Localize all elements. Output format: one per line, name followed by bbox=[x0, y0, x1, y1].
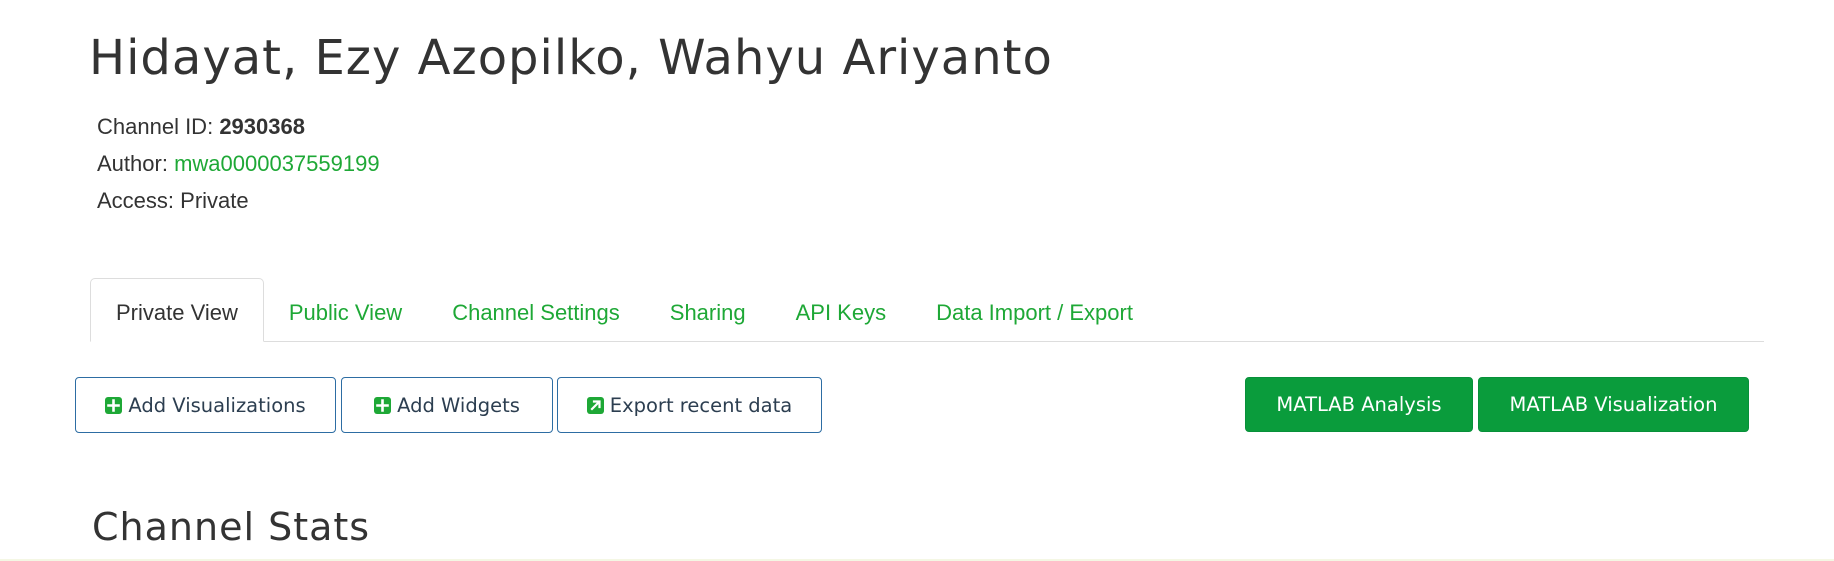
add-visualizations-button[interactable]: Add Visualizations bbox=[75, 377, 336, 433]
tab-api-keys[interactable]: API Keys bbox=[771, 278, 911, 341]
channel-id-label: Channel ID: bbox=[97, 114, 214, 139]
export-recent-data-label: Export recent data bbox=[609, 393, 793, 417]
tab-sharing[interactable]: Sharing bbox=[645, 278, 771, 341]
channel-stats-heading: Channel Stats bbox=[92, 505, 371, 549]
author-label: Author: bbox=[97, 151, 168, 176]
tab-channel-settings[interactable]: Channel Settings bbox=[427, 278, 645, 341]
access-label: Access: bbox=[97, 188, 175, 213]
author-link[interactable]: mwa0000037559199 bbox=[174, 151, 380, 176]
author-row: Author: mwa0000037559199 bbox=[97, 145, 380, 182]
channel-id-row: Channel ID: 2930368 bbox=[97, 108, 380, 145]
matlab-analysis-button[interactable]: MATLAB Analysis bbox=[1245, 377, 1473, 432]
tab-private-view[interactable]: Private View bbox=[90, 278, 264, 342]
add-widgets-button[interactable]: Add Widgets bbox=[341, 377, 553, 433]
channel-meta: Channel ID: 2930368 Author: mwa000003755… bbox=[97, 108, 380, 219]
channel-title: Hidayat, Ezy Azopilko, Wahyu Ariyanto bbox=[89, 30, 1053, 86]
plus-square-icon bbox=[374, 396, 392, 414]
tab-public-view[interactable]: Public View bbox=[264, 278, 427, 341]
access-value: Private bbox=[180, 188, 249, 213]
tab-data-import-export[interactable]: Data Import / Export bbox=[911, 278, 1158, 341]
matlab-visualization-button[interactable]: MATLAB Visualization bbox=[1478, 377, 1749, 432]
access-row: Access: Private bbox=[97, 182, 380, 219]
external-link-square-icon bbox=[586, 396, 604, 414]
export-recent-data-button[interactable]: Export recent data bbox=[557, 377, 822, 433]
channel-id-value: 2930368 bbox=[219, 114, 305, 139]
plus-square-icon bbox=[105, 396, 123, 414]
channel-tabs: Private View Public View Channel Setting… bbox=[90, 278, 1764, 342]
add-visualizations-label: Add Visualizations bbox=[128, 393, 306, 417]
add-widgets-label: Add Widgets bbox=[397, 393, 520, 417]
